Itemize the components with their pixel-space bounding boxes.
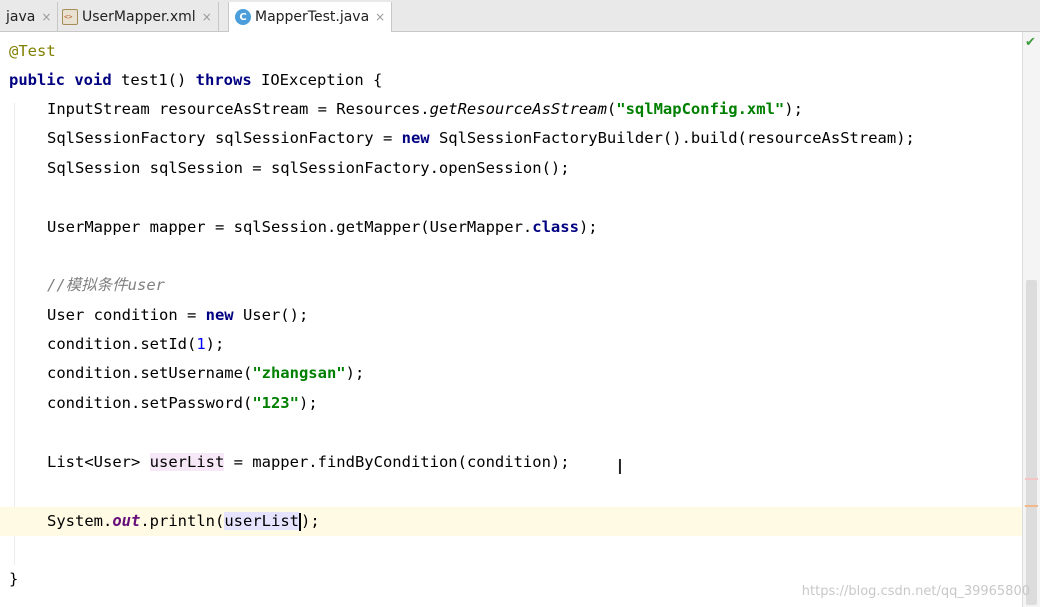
mouse-ibeam-icon: I xyxy=(617,455,623,479)
code-line-9[interactable]: //模拟条件user xyxy=(0,271,1040,300)
xml-file-icon xyxy=(62,8,78,25)
tab-label: java xyxy=(6,8,36,25)
java-class-icon: C xyxy=(235,9,251,25)
code-line-2[interactable]: public void test1() throws IOException { xyxy=(0,66,1031,95)
highlighted-reference: userList xyxy=(224,512,299,530)
code-line-1[interactable]: @Test xyxy=(0,37,1031,66)
code-line-3[interactable]: InputStream resourceAsStream = Resources… xyxy=(0,95,1040,124)
close-icon[interactable]: × xyxy=(202,10,212,24)
code-line-17-current[interactable]: System.out.println(userList); xyxy=(0,507,1040,536)
code-line-15[interactable]: List<User> userList = mapper.findByCondi… xyxy=(0,448,1040,477)
code-comment: //模拟条件user xyxy=(47,276,165,294)
scroll-marker[interactable] xyxy=(1025,505,1038,507)
editor-tab-bar: java × UserMapper.xml × C MapperTest.jav… xyxy=(0,0,1040,32)
tab-usermapper-xml[interactable]: UserMapper.xml × xyxy=(56,2,219,31)
editor-scrollbar[interactable]: ✔ xyxy=(1022,32,1040,607)
code-line-13[interactable]: condition.setPassword("123"); xyxy=(0,389,1040,418)
code-line-7[interactable]: UserMapper mapper = sqlSession.getMapper… xyxy=(0,213,1040,242)
close-icon[interactable]: × xyxy=(41,10,51,24)
code-line-10[interactable]: User condition = new User(); xyxy=(0,301,1040,330)
tab-label: UserMapper.xml xyxy=(82,8,196,25)
code-editor[interactable]: @Test public void test1() throws IOExcep… xyxy=(0,32,1040,607)
scrollbar-thumb[interactable] xyxy=(1026,280,1037,605)
check-icon: ✔ xyxy=(1025,35,1036,50)
watermark: https://blog.csdn.net/qq_39965800 xyxy=(801,584,1030,599)
close-icon[interactable]: × xyxy=(375,10,385,24)
highlighted-variable: userList xyxy=(149,453,225,471)
code-line-4[interactable]: SqlSessionFactory sqlSessionFactory = ne… xyxy=(0,124,1040,153)
tab-mappertest-java[interactable]: C MapperTest.java × xyxy=(228,2,393,32)
code-line-5[interactable]: SqlSession sqlSession = sqlSessionFactor… xyxy=(0,154,1040,183)
scroll-marker[interactable] xyxy=(1025,478,1038,480)
tab-label: MapperTest.java xyxy=(255,9,370,25)
code-line-12[interactable]: condition.setUsername("zhangsan"); xyxy=(0,359,1040,388)
code-line-11[interactable]: condition.setId(1); xyxy=(0,330,1040,359)
tab-java[interactable]: java × xyxy=(0,2,59,31)
